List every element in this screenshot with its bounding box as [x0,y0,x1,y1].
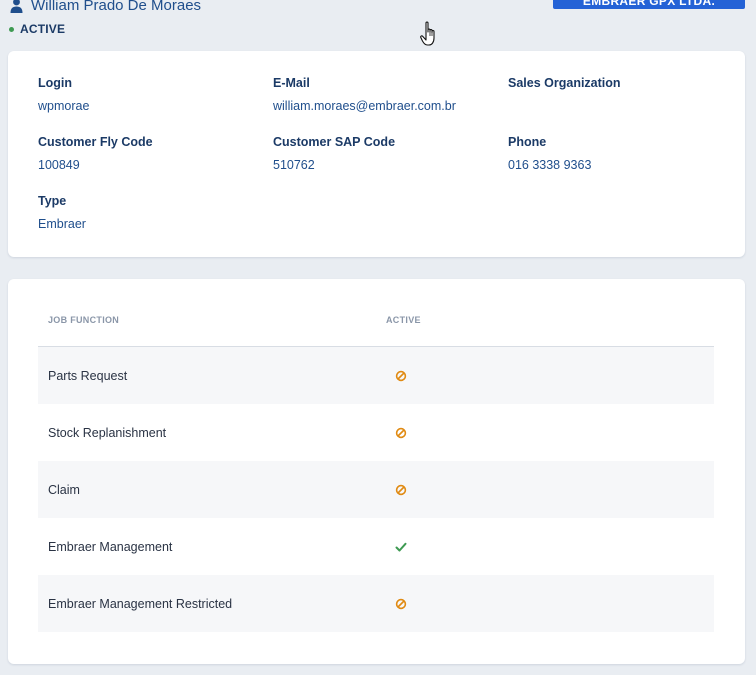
job-function-column-header: JOB FUNCTION [48,315,120,325]
job-function-row-claim: Claim [38,461,714,518]
login-value: wpmorae [38,99,90,113]
job-function-card: JOB FUNCTION ACTIVE Parts Request Stock … [8,279,745,664]
job-function-row-stock-replanishment: Stock Replanishment [38,404,714,461]
hand-cursor-icon [420,21,435,46]
customer-sap-code-field: Customer SAP Code 510762 [273,135,395,172]
type-field: Type Embraer [38,194,86,231]
phone-label: Phone [508,135,547,149]
job-function-name: Claim [48,482,80,497]
phone-field: Phone 016 3338 9363 [508,135,591,172]
job-function-name: Embraer Management [48,539,173,554]
email-value: william.moraes@embraer.com.br [273,99,456,113]
email-label: E-Mail [273,76,310,90]
email-field: E-Mail william.moraes@embraer.com.br [273,76,456,113]
customer-fly-code-value: 100849 [38,158,80,172]
active-column-header: ACTIVE [386,315,421,325]
blocked-icon [395,598,407,609]
blocked-icon [395,484,407,495]
status-badge: ACTIVE [9,22,65,36]
job-function-row-parts-request: Parts Request [38,347,714,404]
job-function-name: Parts Request [48,368,128,383]
job-function-row-embraer-management: Embraer Management [38,518,714,575]
login-field: Login wpmorae [38,76,89,113]
organization-button-label: EMBRAER GPX LTDA. [582,0,716,8]
user-name-heading: William Prado De Moraes [10,0,201,16]
blocked-icon [395,427,407,438]
login-label: Login [38,76,73,90]
type-value: Embraer [38,217,86,231]
job-function-name: Stock Replanishment [48,425,167,440]
type-label: Type [38,194,67,208]
job-function-name: Embraer Management Restricted [48,596,233,611]
organization-button[interactable]: EMBRAER GPX LTDA. [553,0,745,9]
job-function-row-embraer-management-restricted: Embraer Management Restricted [38,575,714,632]
phone-value: 016 3338 9363 [508,158,592,172]
customer-sap-code-label: Customer SAP Code [273,135,396,149]
customer-fly-code-label: Customer Fly Code [38,135,153,149]
user-name-text: William Prado De Moraes [31,0,202,14]
sales-organization-field: Sales Organization [508,76,621,99]
customer-sap-code-value: 510762 [273,158,315,172]
sales-organization-label: Sales Organization [508,76,621,90]
status-text: ACTIVE [20,22,66,36]
status-dot-icon [9,26,14,32]
user-details-card: Login wpmorae E-Mail william.moraes@embr… [8,51,745,257]
user-icon [10,0,23,13]
blocked-icon [395,370,407,381]
customer-fly-code-field: Customer Fly Code 100849 [38,135,153,172]
check-icon [395,542,407,551]
